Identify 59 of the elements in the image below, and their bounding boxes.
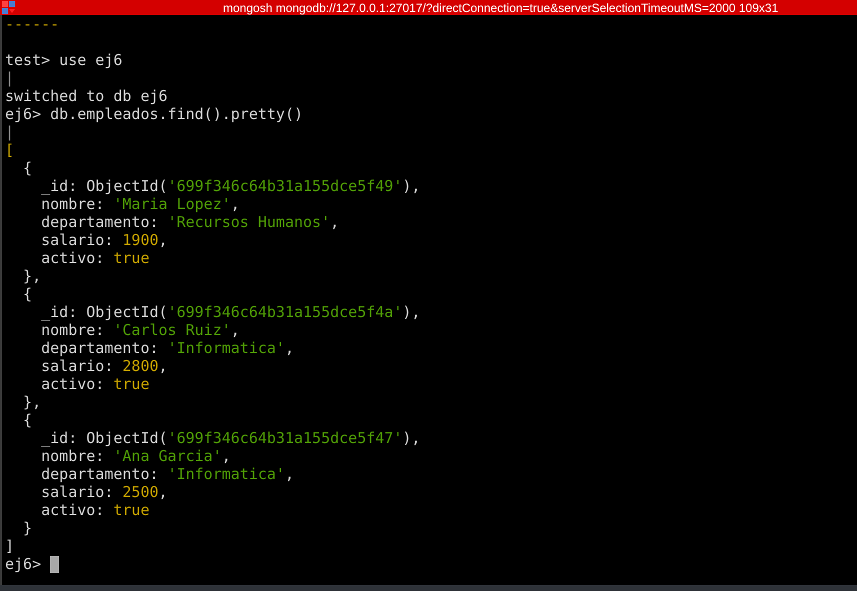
terminal-text: ------ — [5, 15, 60, 33]
terminal-text: departamento: — [40, 213, 160, 231]
terminal-text: activo: — [40, 249, 106, 267]
terminal-text: ), — [402, 303, 420, 321]
terminal-text: salario: — [40, 357, 114, 375]
terminal-text: { — [22, 285, 32, 303]
terminal-text: 'Ana Garcia' — [113, 447, 222, 465]
terminal-text: true — [113, 375, 150, 393]
terminal-text: test> use ej6 — [5, 51, 122, 69]
terminal-text: ej6> db.empleados.find().pretty() — [5, 105, 304, 123]
terminal-text: switched to db ej6 — [5, 87, 168, 105]
window-icon — [2, 1, 15, 14]
terminal-text: nombre: — [40, 321, 106, 339]
terminal-text: , — [158, 231, 168, 249]
terminal-text: '699f346c64b31a155dce5f47' — [168, 429, 402, 447]
terminal-text: ] — [5, 537, 14, 555]
terminal-text: 'Carlos Ruiz' — [113, 321, 231, 339]
terminal-text: | — [5, 69, 14, 87]
terminal-text: salario: — [40, 231, 114, 249]
window-title: mongosh mongodb://127.0.0.1:27017/?directConnection=true&serverSelectionTimeoutMS=2000 109x31 — [223, 2, 778, 14]
terminal-text: departamento: — [40, 339, 160, 357]
terminal-text: , — [230, 321, 240, 339]
terminal-text: , — [284, 339, 294, 357]
terminal-text: activo: — [40, 501, 106, 519]
terminal-text: , — [158, 483, 168, 501]
terminal-text: nombre: — [40, 195, 106, 213]
terminal-text: nombre: — [40, 447, 106, 465]
terminal-text: { — [22, 411, 32, 429]
terminal-text: }, — [22, 393, 42, 411]
terminal-text: departamento: — [40, 465, 160, 483]
terminal-text: ), — [402, 177, 420, 195]
terminal-text: 'Informatica' — [168, 465, 285, 483]
terminal-text: _id: ObjectId( — [40, 429, 168, 447]
terminal-text: , — [230, 195, 240, 213]
terminal-text: ej6> — [5, 555, 42, 573]
terminal-text: [ — [5, 141, 14, 159]
terminal-text: '699f346c64b31a155dce5f4a' — [168, 303, 402, 321]
terminal-text: activo: — [40, 375, 106, 393]
terminal-text: salario: — [40, 483, 114, 501]
terminal-text: , — [284, 465, 294, 483]
terminal-text: '699f346c64b31a155dce5f49' — [168, 177, 402, 195]
terminal-text: ), — [402, 429, 420, 447]
terminal-text: true — [113, 501, 150, 519]
terminal-text: 'Recursos Humanos' — [168, 213, 330, 231]
terminal-text: , — [330, 213, 340, 231]
terminal-text: _id: ObjectId( — [40, 303, 168, 321]
terminal-text: , — [222, 447, 231, 465]
terminal-text: 2500 — [122, 483, 159, 501]
terminal-text: true — [113, 249, 150, 267]
terminal-text: }, — [22, 267, 42, 285]
terminal-text: _id: ObjectId( — [40, 177, 168, 195]
terminal-text: } — [22, 519, 32, 537]
terminal-text: { — [22, 159, 32, 177]
terminal-text: 'Informatica' — [168, 339, 285, 357]
terminal-text: 'Maria Lopez' — [113, 195, 231, 213]
terminal-text: 2800 — [122, 357, 159, 375]
terminal-text: 1900 — [122, 231, 159, 249]
terminal-text: | — [5, 123, 14, 141]
terminal-text: , — [158, 357, 168, 375]
